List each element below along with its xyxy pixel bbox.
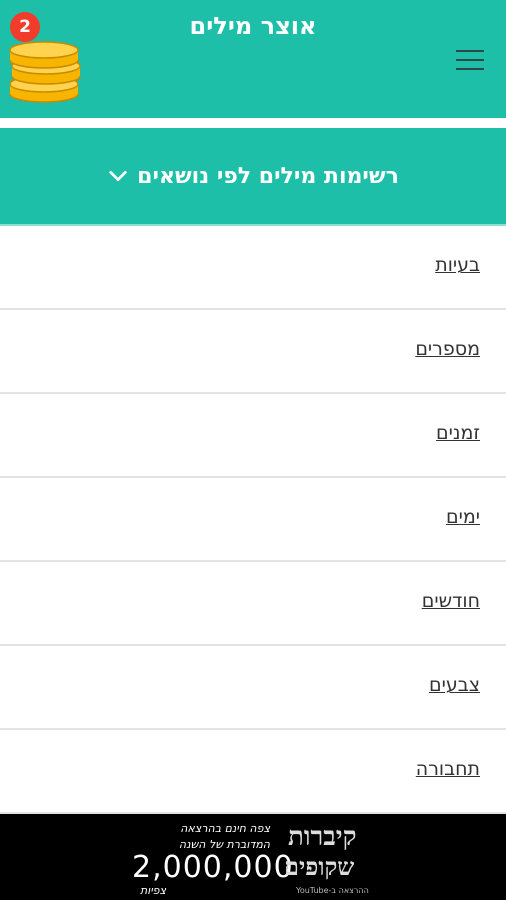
ad-views-label: צפיות xyxy=(140,884,167,897)
list-item[interactable]: מספרים xyxy=(0,310,506,394)
ad-text-line1: צפה חינם בהרצאה xyxy=(180,822,270,835)
list-item[interactable]: תחבורה xyxy=(0,730,506,814)
list-item[interactable]: צבעים xyxy=(0,646,506,730)
ad-banner[interactable]: צפה חינם בהרצאה המדוברת של השנה 2,000,00… xyxy=(0,814,506,900)
category-section-toggle[interactable]: רשימות מילים לפי נושאים xyxy=(0,128,506,226)
category-link[interactable]: צבעים xyxy=(429,674,480,696)
ad-logo-top: קיברות xyxy=(288,822,357,852)
ad-logo-bottom: שקופים xyxy=(284,852,355,881)
chevron-down-icon xyxy=(109,170,127,182)
category-list: בעיות מספרים זמנים ימים חודשים צבעים תחב… xyxy=(0,226,506,814)
list-item[interactable]: בעיות xyxy=(0,226,506,310)
app-header: 2 אוצר מילים xyxy=(0,0,506,118)
category-link[interactable]: ימים xyxy=(446,506,480,528)
ad-logo-sub: ההרצאה ב-YouTube xyxy=(296,886,369,895)
header-divider xyxy=(0,118,506,128)
section-title: רשימות מילים לפי נושאים xyxy=(137,163,399,189)
category-link[interactable]: חודשים xyxy=(422,590,480,612)
list-item[interactable]: חודשים xyxy=(0,562,506,646)
list-item[interactable]: זמנים xyxy=(0,394,506,478)
category-link[interactable]: בעיות xyxy=(435,254,480,276)
category-link[interactable]: תחבורה xyxy=(416,758,480,780)
hamburger-menu-icon[interactable] xyxy=(452,46,488,74)
ad-view-count: 2,000,000 xyxy=(132,850,294,885)
category-link[interactable]: מספרים xyxy=(415,338,480,360)
page-title: אוצר מילים xyxy=(189,12,317,40)
list-item[interactable]: ימים xyxy=(0,478,506,562)
category-link[interactable]: זמנים xyxy=(436,422,480,444)
